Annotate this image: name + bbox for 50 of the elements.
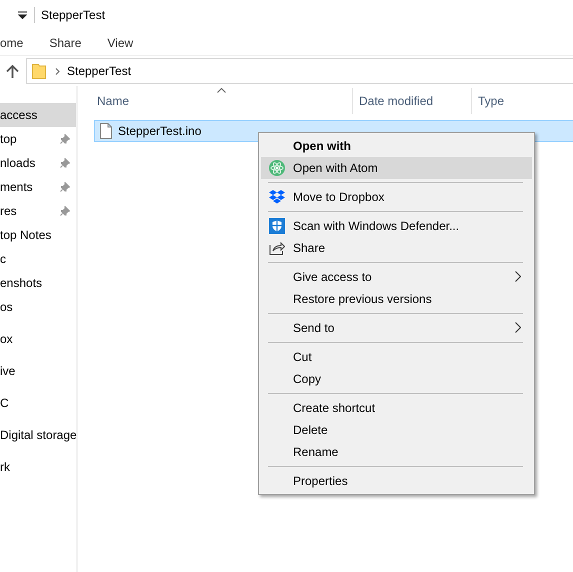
nav-item[interactable]: ox [0,327,76,351]
menu-item[interactable]: Move to Dropbox [261,186,532,208]
column-header[interactable]: Type [478,94,504,108]
menu-item[interactable]: Create shortcut [261,397,532,419]
file-icon [100,123,112,139]
pin-icon [60,158,70,168]
menu-item[interactable]: Properties [261,470,532,492]
nav-item[interactable]: Digital storage [0,423,76,447]
up-arrow-icon[interactable] [6,64,19,78]
ribbon-tab[interactable]: ome [0,36,36,50]
menu-item[interactable]: Open with Atom [261,157,532,179]
menu-item[interactable]: Restore previous versions [261,288,532,310]
nav-item[interactable]: rk [0,455,76,479]
menu-item[interactable]: Scan with Windows Defender... [261,215,532,237]
nav-item[interactable]: enshots [0,271,76,295]
folder-icon [32,63,46,79]
chevron-icon [55,68,60,74]
menu-item[interactable]: Rename [261,441,532,463]
menu-item[interactable]: Share [261,237,532,259]
share-icon [269,241,285,255]
pin-icon [60,134,70,144]
nav-item[interactable]: c [0,247,76,271]
dropdown-icon[interactable] [18,11,27,19]
menu-item[interactable]: Delete [261,419,532,441]
atom-icon [269,160,285,176]
nav-item[interactable]: C [0,391,76,415]
ribbon-tab[interactable]: View [94,36,146,50]
column-header[interactable]: Date modified [359,94,434,108]
menu-item[interactable]: Cut [261,346,532,368]
menu-item[interactable]: Copy [261,368,532,390]
nav-item[interactable]: nloads [0,151,76,175]
menu-item[interactable]: Send to [261,317,532,339]
nav-item[interactable]: access [0,103,76,127]
dropbox-icon [269,190,285,204]
ribbon-tab[interactable]: Share [36,36,94,50]
nav-item[interactable]: ments [0,175,76,199]
nav-item[interactable]: os [0,295,76,319]
nav-item[interactable]: res [0,199,76,223]
column-header[interactable]: Name [97,94,130,108]
nav-item[interactable]: top [0,127,76,151]
pin-icon [60,182,70,192]
nav-item[interactable]: top Notes [0,223,76,247]
window-title: StepperTest [41,8,106,22]
file-name: StepperTest.ino [118,124,202,138]
address-bar[interactable]: StepperTest [26,58,573,84]
breadcrumb[interactable]: StepperTest [67,64,132,78]
nav-item[interactable]: ive [0,359,76,383]
pin-icon [60,206,70,216]
menu-item[interactable]: Give access to [261,266,532,288]
shield-icon [269,218,285,234]
